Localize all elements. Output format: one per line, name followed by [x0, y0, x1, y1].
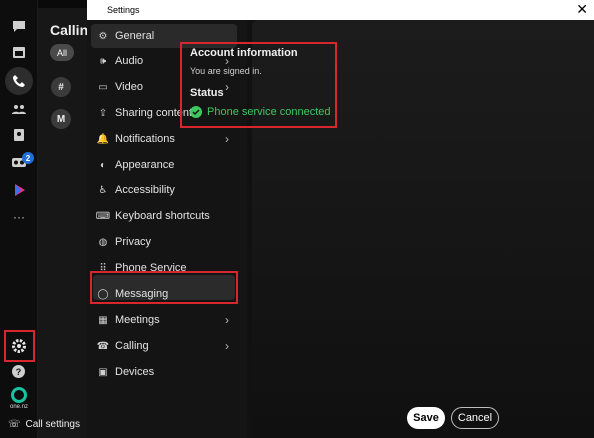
phone-service-status: Phone service connected — [207, 106, 331, 118]
nav-item-label: Devices — [115, 366, 155, 378]
vidcast-icon[interactable] — [9, 180, 29, 200]
gear-icon: ⚙ — [98, 30, 108, 42]
help-icon[interactable]: ? — [12, 365, 25, 378]
nav-item-label: Audio — [115, 55, 144, 67]
cancel-button[interactable]: Cancel — [451, 407, 499, 429]
dialog-titlebar: Settings ✕ — [87, 0, 594, 20]
voicemail-badge: 2 — [22, 152, 34, 164]
nav-item-label: Meetings — [115, 314, 160, 326]
directory-icon[interactable] — [9, 125, 29, 145]
accessibility-icon: ♿ — [98, 184, 108, 196]
nav-item-messaging[interactable]: ◯ Messaging — [91, 282, 237, 306]
account-info-heading: Account information — [190, 47, 298, 59]
nav-item-label: Appearance — [115, 159, 175, 171]
chevron-right-icon: › — [225, 132, 229, 146]
calendar-icon[interactable] — [9, 42, 29, 62]
keyboard-icon: ⌨ — [95, 210, 111, 222]
appearance-icon: ◐ — [99, 159, 107, 171]
chevron-right-icon: › — [225, 313, 229, 327]
brand-label: one.nz — [10, 404, 29, 410]
onenz-logo — [11, 387, 27, 403]
nav-item-calling[interactable]: ☎ Calling › — [91, 334, 237, 358]
close-icon[interactable]: ✕ — [576, 1, 588, 17]
dialpad-icon: ⠿ — [99, 262, 107, 274]
status-heading: Status — [190, 87, 224, 99]
nav-item-keyboard-shortcuts[interactable]: ⌨ Keyboard shortcuts — [91, 204, 237, 228]
nav-item-devices[interactable]: ▣ Devices — [91, 360, 237, 384]
nav-item-label: General — [115, 30, 155, 42]
nav-item-phone-service[interactable]: ⠿ Phone Service — [91, 256, 237, 280]
more-icon[interactable]: ··· — [9, 207, 29, 227]
contact-avatar[interactable]: M — [51, 109, 71, 129]
settings-dialog: Settings ✕ ⚙ General 🕪 Audio › ▭ Video › ⇪ Sharin… — [87, 0, 594, 438]
contacts-icon[interactable] — [9, 99, 29, 119]
status-row: Phone service connected — [190, 106, 331, 118]
nav-item-accessibility[interactable]: ♿ Accessibility — [91, 178, 237, 202]
dialpad-button[interactable]: # — [51, 77, 71, 97]
call-settings-icon: ☏ — [8, 419, 21, 430]
gear-icon[interactable] — [9, 336, 29, 356]
chevron-right-icon: › — [225, 339, 229, 353]
nav-item-label: Video — [115, 81, 143, 93]
calendar-icon: ▦ — [98, 314, 108, 326]
phone-icon[interactable] — [9, 71, 29, 91]
nav-item-meetings[interactable]: ▦ Meetings › — [91, 308, 237, 332]
nav-item-label: Accessibility — [115, 184, 175, 196]
speaker-icon: 🕪 — [99, 55, 107, 67]
message-icon: ◯ — [97, 288, 109, 300]
nav-item-label: Calling — [115, 340, 149, 352]
nav-item-label: Phone Service — [115, 262, 187, 274]
nav-item-label: Notifications — [115, 133, 175, 145]
share-icon: ⇪ — [98, 107, 108, 119]
privacy-icon: ◍ — [98, 236, 108, 248]
save-button[interactable]: Save — [407, 407, 445, 429]
nav-item-notifications[interactable]: 🔔 Notifications › — [91, 127, 237, 151]
nav-item-label: Privacy — [115, 236, 152, 248]
nav-item-privacy[interactable]: ◍ Privacy — [91, 230, 237, 254]
nav-item-label: Messaging — [115, 288, 169, 300]
nav-item-appearance[interactable]: ◐ Appearance — [91, 153, 237, 177]
dialog-title: Settings — [107, 5, 140, 15]
handset-icon: ☎ — [96, 340, 110, 352]
call-settings-label: Call settings — [25, 419, 80, 430]
bell-icon: 🔔 — [96, 133, 110, 145]
nav-item-label: Keyboard shortcuts — [115, 210, 210, 222]
video-icon: ▭ — [98, 81, 108, 93]
call-settings-link[interactable]: ☏ Call settings — [8, 419, 80, 430]
devices-icon: ▣ — [98, 366, 108, 378]
account-signed-in-text: You are signed in. — [190, 66, 262, 76]
chat-icon[interactable] — [9, 16, 29, 36]
filter-all-button[interactable]: All — [50, 44, 74, 61]
check-circle-icon — [190, 106, 202, 118]
app-rail: 2 ··· ? one.nz — [0, 0, 38, 438]
